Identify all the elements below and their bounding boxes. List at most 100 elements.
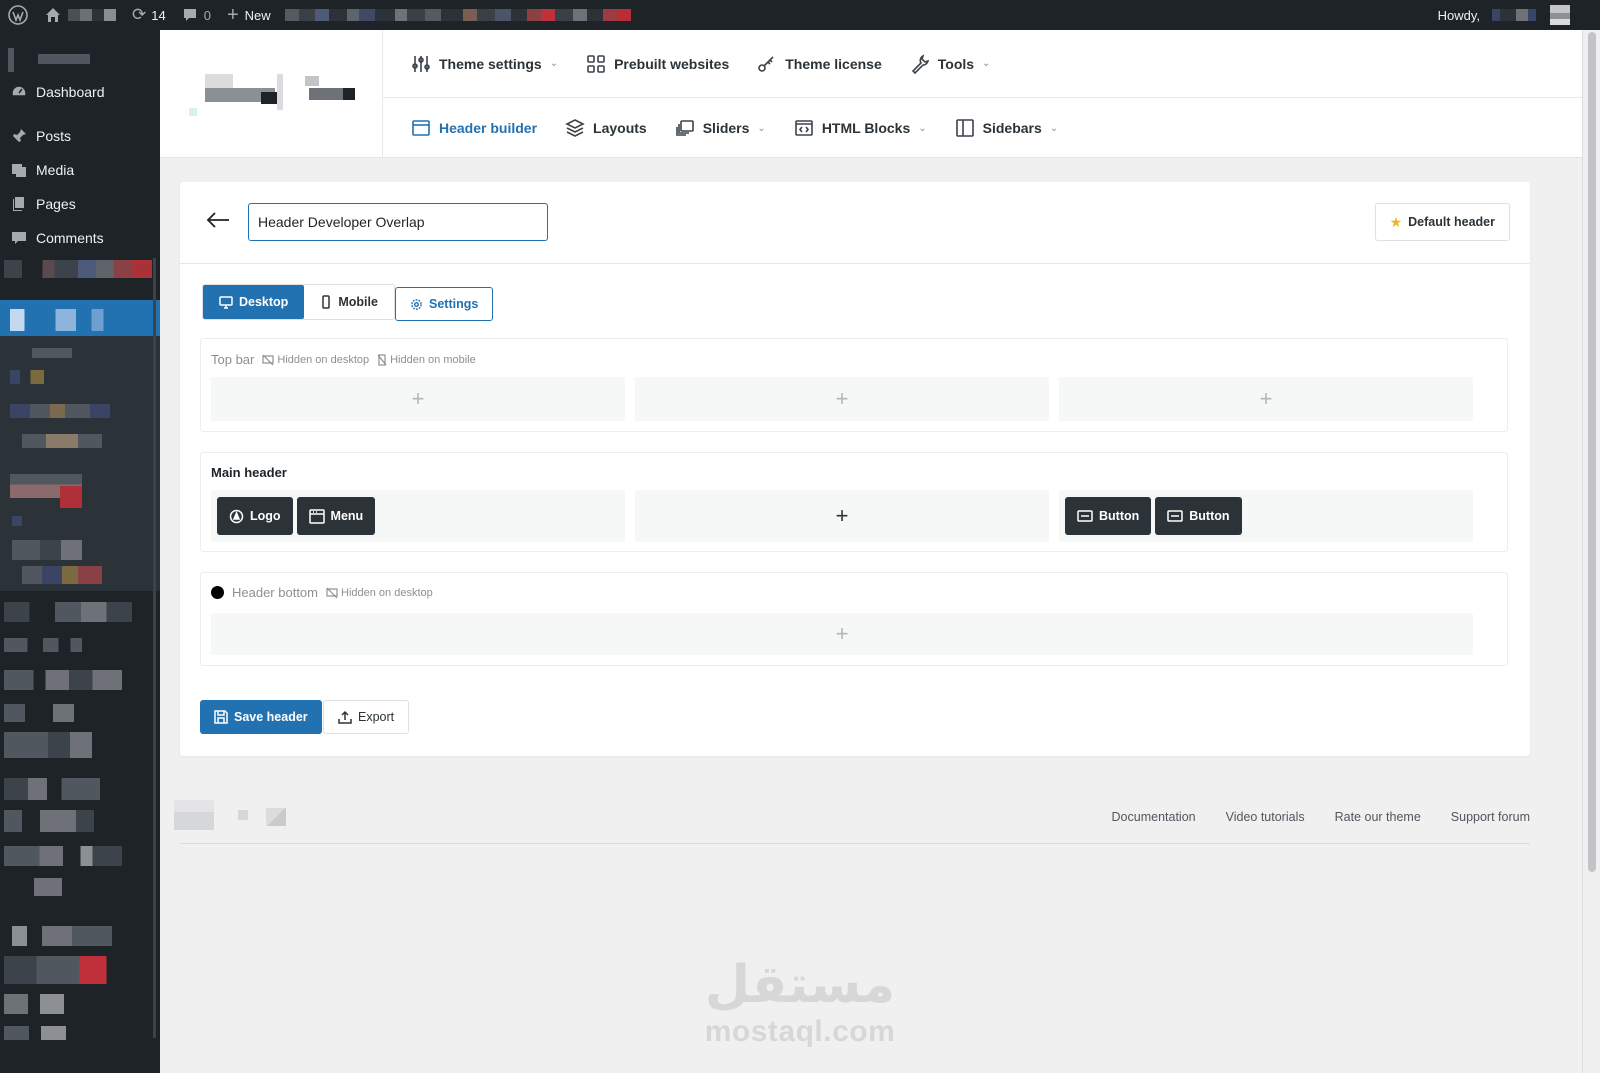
column-right[interactable]: Button Button	[1059, 490, 1473, 542]
element-label: Button	[1189, 509, 1230, 523]
nav-tools[interactable]: Tools ⌄	[910, 53, 990, 74]
column-left[interactable]: Logo Menu	[211, 490, 625, 542]
column-left[interactable]: +	[211, 377, 625, 421]
nav-html-blocks[interactable]: HTML Blocks ⌄	[794, 118, 927, 138]
new-label: New	[244, 7, 271, 23]
submenu-redacted-7[interactable]	[12, 516, 22, 526]
sidebar-redacted-lower-7[interactable]	[4, 810, 94, 832]
nav-sidebars[interactable]: Sidebars ⌄	[955, 118, 1058, 138]
sidebar-redacted-lower-4[interactable]	[4, 704, 74, 722]
element-button[interactable]: Button	[1065, 497, 1152, 535]
page-scrollbar[interactable]	[1582, 30, 1600, 1073]
export-button[interactable]: Export	[323, 700, 410, 734]
sidebar-item-label: Pages	[36, 196, 76, 212]
sidebar-redacted-lower-5[interactable]	[4, 732, 92, 758]
column-right[interactable]: +	[1059, 377, 1473, 421]
nav-sliders[interactable]: Sliders ⌄	[675, 118, 766, 138]
home-icon[interactable]	[36, 0, 124, 30]
sidebar-redacted-lower-6[interactable]	[4, 778, 100, 800]
adminbar-menu-redacted[interactable]	[284, 4, 631, 26]
footer-link-video-tutorials[interactable]: Video tutorials	[1226, 810, 1305, 824]
avatar[interactable]	[1550, 5, 1570, 25]
tab-mobile[interactable]: Mobile	[304, 285, 394, 319]
sidebar-redacted-top	[8, 48, 14, 72]
nav-label: Layouts	[593, 120, 647, 136]
tag-text: Hidden on desktop	[341, 586, 433, 599]
sidebar-redacted-item[interactable]	[4, 260, 152, 278]
sidebar-item-label: Dashboard	[36, 84, 105, 100]
theme-nav-secondary: Header builder Layouts Sliders ⌄ HTML Bl…	[383, 99, 1582, 157]
sidebar-redacted-lower-13[interactable]	[4, 1026, 66, 1040]
nav-theme-license[interactable]: Theme license	[757, 54, 882, 74]
row-title-text: Header bottom	[232, 585, 318, 600]
tab-desktop[interactable]: Desktop	[203, 285, 305, 319]
user-name-redacted[interactable]	[1492, 4, 1536, 26]
row-title: Main header	[211, 465, 287, 480]
new-content-link[interactable]: + New	[219, 0, 279, 30]
default-header-button[interactable]: ★ Default header	[1374, 203, 1510, 241]
plus-icon[interactable]: +	[635, 503, 1049, 529]
sidebar-redacted-lower-11[interactable]	[4, 956, 112, 984]
sidebar-item-posts[interactable]: Posts	[0, 119, 160, 153]
tag-text: Hidden on desktop	[277, 353, 370, 366]
plus-icon[interactable]: +	[211, 621, 1473, 647]
submenu-redacted-2[interactable]	[10, 370, 44, 384]
sidebar-redacted-lower-9[interactable]	[34, 878, 62, 896]
updates-link[interactable]: ⟳ 14	[124, 0, 174, 30]
theme-logo[interactable]	[160, 30, 383, 158]
submenu-redacted-8[interactable]	[12, 540, 82, 560]
submenu-redacted-6[interactable]	[60, 486, 82, 508]
sidebar-item-pages[interactable]: Pages	[0, 187, 160, 221]
element-menu[interactable]: Menu	[296, 497, 376, 535]
sidebar-redacted-lower-3[interactable]	[4, 670, 122, 690]
column-full[interactable]: +	[211, 613, 1473, 655]
plus-icon[interactable]: +	[211, 386, 625, 412]
settings-button[interactable]: Settings	[395, 287, 494, 321]
submenu-redacted-4[interactable]	[22, 434, 102, 448]
column-center[interactable]: +	[635, 490, 1049, 542]
element-logo[interactable]: Logo	[217, 497, 293, 535]
save-header-button[interactable]: Save header	[200, 700, 322, 734]
sidebar-item-comments[interactable]: Comments	[0, 221, 160, 255]
sidebar-item-label: Posts	[36, 128, 72, 144]
sidebar-item-dashboard[interactable]: Dashboard	[0, 75, 160, 109]
site-name-redacted[interactable]	[68, 4, 116, 26]
sidebar-redacted-lower-12[interactable]	[4, 994, 64, 1014]
sidebar-redacted-lower-2[interactable]	[4, 638, 82, 652]
wordpress-logo-icon[interactable]	[0, 0, 36, 30]
plus-icon[interactable]: +	[635, 386, 1049, 412]
monitor-icon	[219, 296, 233, 309]
nav-label: Header builder	[439, 120, 538, 136]
howdy-label[interactable]: Howdy,	[1438, 8, 1480, 23]
sidebar-icon	[955, 119, 974, 137]
header-name-input[interactable]	[248, 203, 548, 241]
scrollbar-thumb[interactable]	[1588, 32, 1596, 872]
nav-layouts[interactable]: Layouts	[565, 118, 647, 138]
sidebar-redacted-lower-10[interactable]	[12, 926, 112, 946]
footer-link-documentation[interactable]: Documentation	[1112, 810, 1196, 824]
submenu-redacted-1[interactable]	[32, 348, 72, 358]
card-toolbar: ★ Default header	[180, 182, 1530, 264]
footer-link-rate-theme[interactable]: Rate our theme	[1335, 810, 1421, 824]
column-center[interactable]: +	[635, 377, 1049, 421]
submenu-redacted-3[interactable]	[10, 404, 110, 418]
phone-icon	[322, 295, 331, 309]
footer-link-support-forum[interactable]: Support forum	[1451, 810, 1530, 824]
theme-dashboard-header: Theme settings ⌄ Prebuilt websites Theme…	[160, 30, 1582, 158]
nav-header-builder[interactable]: Header builder	[411, 118, 537, 138]
sidebar-redacted-lower-8[interactable]	[4, 846, 122, 866]
plus-icon[interactable]: +	[1059, 386, 1473, 412]
nav-prebuilt-websites[interactable]: Prebuilt websites	[586, 54, 729, 74]
comment-icon	[183, 9, 196, 21]
sidebar-item-theme-active[interactable]	[0, 300, 160, 340]
nav-theme-settings[interactable]: Theme settings ⌄	[411, 54, 558, 74]
back-arrow-icon[interactable]	[204, 208, 232, 237]
button-icon	[1167, 510, 1184, 522]
sidebar-scrollbar[interactable]	[153, 258, 156, 1038]
sidebar-item-media[interactable]: Media	[0, 153, 160, 187]
sidebar-redacted-lower-1[interactable]	[4, 602, 132, 622]
element-button[interactable]: Button	[1155, 497, 1242, 535]
submenu-redacted-9[interactable]	[22, 566, 102, 584]
theme-nav-primary: Theme settings ⌄ Prebuilt websites Theme…	[383, 30, 1582, 98]
comments-link[interactable]: 0	[174, 0, 219, 30]
